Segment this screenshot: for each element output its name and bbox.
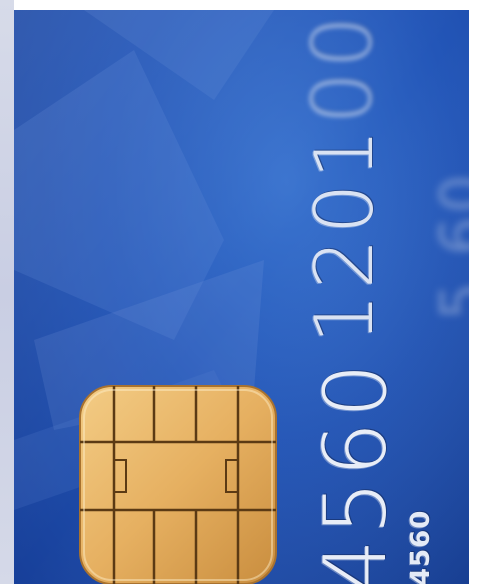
blurred-card-number-group: 0012 [296, 10, 391, 124]
side-strip [0, 0, 14, 584]
photo-frame: 0012 1201 4560 4560 5 60 [0, 0, 477, 584]
credit-card-photo: 0012 1201 4560 4560 5 60 [14, 10, 469, 584]
card-number-small: 4560 [406, 509, 436, 584]
card-number-group: 1201 [298, 124, 391, 344]
blurred-card-text: 5 60 [428, 170, 469, 320]
card-number-main: 4560 [306, 359, 406, 584]
emv-chip [79, 385, 277, 584]
